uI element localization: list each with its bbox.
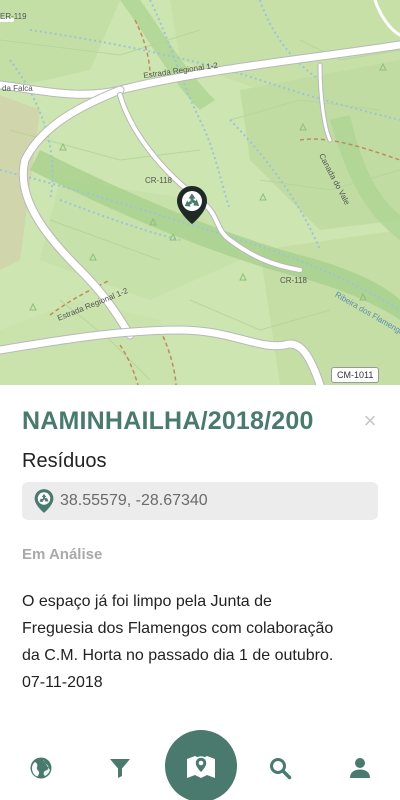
search-icon <box>270 758 292 780</box>
map-label-er119: ER-119 <box>0 12 27 21</box>
map-label-cr118-top: CR-118 <box>145 176 172 185</box>
map-marker-icon <box>187 756 215 778</box>
nav-globe-button[interactable] <box>27 754 55 782</box>
close-icon: × <box>363 408 377 433</box>
occurrence-category: Resíduos <box>22 450 107 472</box>
description-line: Freguesia dos Flamengos com colaboração <box>22 620 334 637</box>
filter-icon <box>110 759 130 778</box>
description-date: 07-11-2018 <box>22 674 103 691</box>
description-line: da C.M. Horta no passado dia 1 de outubr… <box>22 647 334 664</box>
bottom-navigation <box>0 730 400 800</box>
nav-search-button[interactable] <box>266 754 294 782</box>
map-view[interactable]: Estrada Regional 1-2 Estrada Regional 1-… <box>0 0 400 385</box>
map-marker[interactable] <box>176 185 208 225</box>
recycle-icon <box>177 186 207 224</box>
description-line: O espaço já foi limpo pela Junta de <box>22 593 272 610</box>
coordinates-text: 38.55579, -28.67340 <box>60 492 208 509</box>
nav-map-button[interactable] <box>165 730 237 800</box>
nav-filter-button[interactable] <box>106 754 134 782</box>
close-button[interactable]: × <box>360 408 380 433</box>
occurrence-description: O espaço já foi limpo pela Junta de Freg… <box>22 588 382 696</box>
recycle-icon <box>34 488 54 519</box>
status-label: Em Análise <box>22 546 103 563</box>
occurrence-title: NAMINHAILHA/2018/200 <box>22 407 314 435</box>
user-icon <box>350 758 370 778</box>
nav-profile-button[interactable] <box>346 754 374 782</box>
map-road-tag-cm1011: CM-1011 <box>331 367 380 383</box>
coordinates-box: 38.55579, -28.67340 <box>22 482 378 520</box>
globe-icon <box>30 757 52 779</box>
map-label-cr118-bottom: CR-118 <box>280 276 307 285</box>
map-label-da-falca: da Falca <box>2 84 33 93</box>
occurrence-detail-panel: NAMINHAILHA/2018/200 × Resíduos 38.55579… <box>0 385 400 730</box>
